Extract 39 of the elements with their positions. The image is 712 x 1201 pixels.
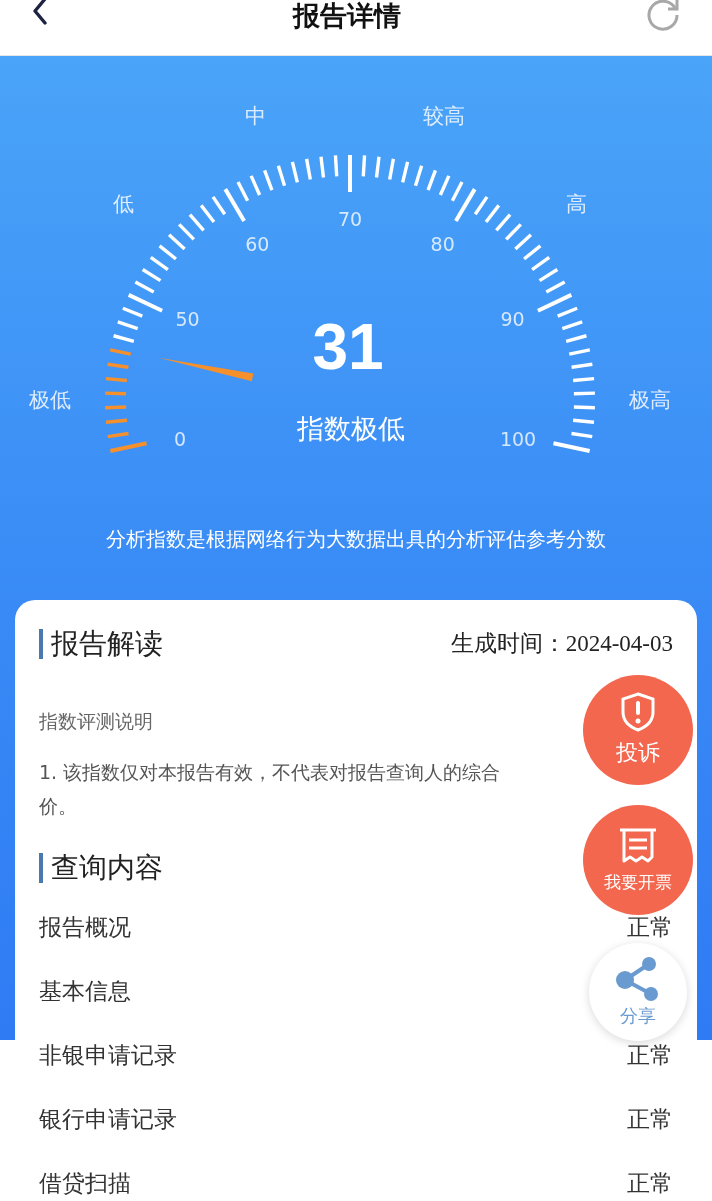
section-title: 报告解读	[39, 628, 163, 659]
query-item-label: 银行申请记录	[39, 1104, 177, 1134]
scale-label: 70	[337, 208, 363, 230]
section-title: 查询内容	[39, 853, 163, 883]
time-label: 生成时间：	[450, 629, 566, 658]
score-verdict: 指数极低	[297, 413, 405, 444]
shield-exclamation-icon	[619, 692, 657, 732]
receipt-icon	[617, 826, 659, 865]
band-label: 高	[565, 192, 587, 216]
caption-text: 分析指数是根据网络行为大数据出具的分析评估参考分数	[106, 526, 606, 553]
query-item-label: 报告概况	[39, 912, 131, 942]
time-value: 2024-04-03	[565, 631, 673, 657]
query-item-status: 正常	[627, 1040, 673, 1070]
scale-label: 90	[500, 308, 525, 331]
share-icon	[615, 956, 661, 1002]
scale-label: 100	[499, 427, 537, 450]
query-item-label: 借贷扫描	[39, 1168, 131, 1198]
scale-label: 0	[173, 427, 186, 450]
band-label: 极高	[629, 387, 671, 412]
back-icon	[30, 0, 50, 26]
refresh-icon	[644, 0, 682, 34]
scale-label: 80	[430, 233, 455, 256]
note-text: 1. 该指数仅对本报告有效，不代表对报告查询人的综合	[39, 760, 501, 785]
page-title: 报告详情	[293, 0, 401, 32]
note-title: 指数评测说明	[39, 709, 153, 734]
query-item-label: 非银申请记录	[39, 1040, 177, 1070]
query-item-label: 基本信息	[39, 976, 131, 1006]
score-value: 31	[312, 311, 384, 383]
band-label: 较高	[423, 104, 466, 129]
query-item-status: 正常	[627, 1104, 673, 1134]
query-item-status: 正常	[627, 912, 673, 942]
scale-label: 50	[175, 308, 200, 331]
band-label: 中	[245, 104, 266, 129]
band-label: 极低	[29, 387, 71, 412]
note-text: 价。	[39, 794, 77, 819]
band-label: 低	[113, 192, 135, 216]
scale-label: 60	[245, 233, 270, 256]
query-item-status: 正常	[627, 1168, 673, 1198]
back-button[interactable]	[30, 0, 50, 26]
